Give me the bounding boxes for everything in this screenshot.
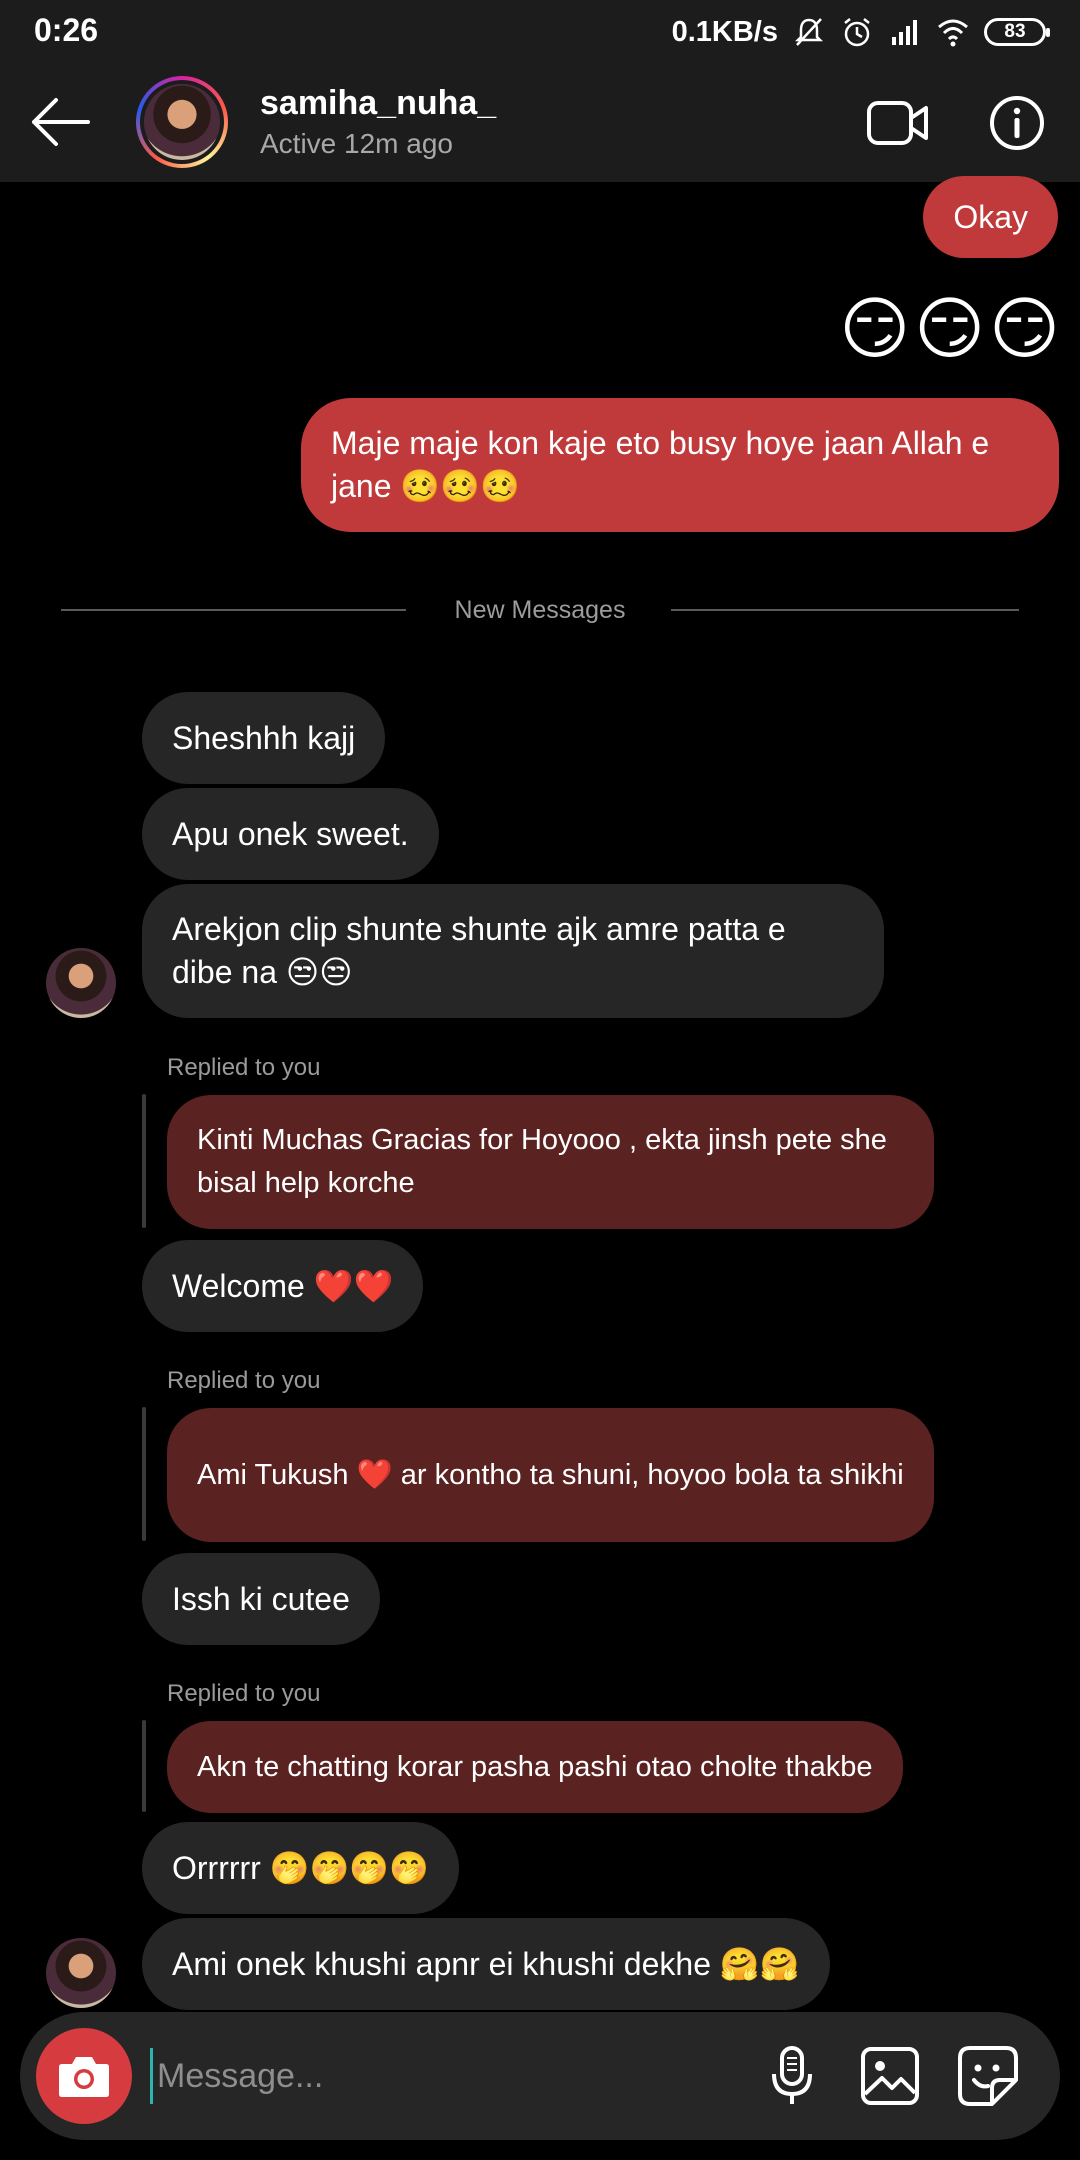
sender-avatar[interactable] bbox=[46, 1938, 116, 2008]
active-status: Active 12m ago bbox=[260, 128, 453, 159]
gallery-icon[interactable] bbox=[856, 2042, 924, 2110]
network-speed: 0.1KB/s bbox=[671, 15, 778, 48]
new-messages-divider: New Messages bbox=[0, 596, 1080, 625]
received-message[interactable]: Sheshhh kajj bbox=[142, 692, 386, 784]
signal-icon bbox=[892, 20, 917, 45]
status-time: 0:26 bbox=[34, 12, 99, 48]
sticker-icon[interactable] bbox=[954, 2042, 1022, 2110]
wifi-icon bbox=[938, 19, 968, 47]
battery-icon: 83 bbox=[984, 18, 1050, 46]
sent-emoji-message[interactable]: 😏😏😏 bbox=[839, 290, 1064, 369]
battery-level: 83 bbox=[1004, 21, 1026, 42]
microphone-icon[interactable] bbox=[758, 2042, 826, 2110]
received-message[interactable]: Ami onek khushi apnr ei khushi dekhe 🤗🤗 bbox=[142, 1918, 830, 2010]
sent-message[interactable]: Okay bbox=[923, 176, 1058, 258]
status-bar: 0:26 0.1KB/s 83 bbox=[0, 0, 1080, 62]
back-arrow-icon[interactable] bbox=[28, 94, 92, 150]
chat-username[interactable]: samiha_nuha_ bbox=[260, 84, 496, 123]
alarm-icon bbox=[844, 18, 870, 47]
mute-icon bbox=[794, 18, 824, 46]
received-message[interactable]: Apu onek sweet. bbox=[142, 788, 439, 880]
received-message[interactable]: Arekjon clip shunte shunte ajk amre patt… bbox=[142, 884, 884, 1018]
camera-icon bbox=[59, 2057, 109, 2097]
received-message[interactable]: Welcome ❤️❤️ bbox=[142, 1240, 424, 1332]
reply-indicator bbox=[142, 1720, 146, 1812]
avatar-photo bbox=[144, 84, 220, 160]
profile-avatar[interactable] bbox=[136, 76, 228, 168]
quoted-message[interactable]: Ami Tukush ❤️ ar kontho ta shuni, hoyoo … bbox=[167, 1408, 934, 1542]
received-message[interactable]: Issh ki cutee bbox=[142, 1553, 380, 1645]
message-input[interactable] bbox=[150, 2048, 730, 2104]
reply-indicator bbox=[142, 1094, 146, 1228]
camera-button[interactable] bbox=[36, 2028, 132, 2124]
received-message[interactable]: Orrrrrr 🤭🤭🤭🤭 bbox=[142, 1822, 460, 1914]
replied-label: Replied to you bbox=[167, 1367, 321, 1394]
reply-indicator bbox=[142, 1407, 146, 1541]
sender-avatar[interactable] bbox=[46, 948, 116, 1018]
replied-label: Replied to you bbox=[167, 1680, 321, 1707]
quoted-message[interactable]: Akn te chatting korar pasha pashi otao c… bbox=[167, 1721, 903, 1813]
message-composer bbox=[20, 2012, 1060, 2140]
chat-header: samiha_nuha_ Active 12m ago bbox=[0, 62, 1080, 182]
status-icons: 0.1KB/s 83 bbox=[671, 12, 1050, 52]
replied-label: Replied to you bbox=[167, 1054, 321, 1081]
sent-message[interactable]: Maje maje kon kaje eto busy hoye jaan Al… bbox=[301, 398, 1059, 532]
video-call-icon[interactable] bbox=[866, 98, 930, 148]
quoted-message[interactable]: Kinti Muchas Gracias for Hoyooo , ekta j… bbox=[167, 1095, 934, 1229]
info-icon[interactable] bbox=[988, 94, 1046, 152]
